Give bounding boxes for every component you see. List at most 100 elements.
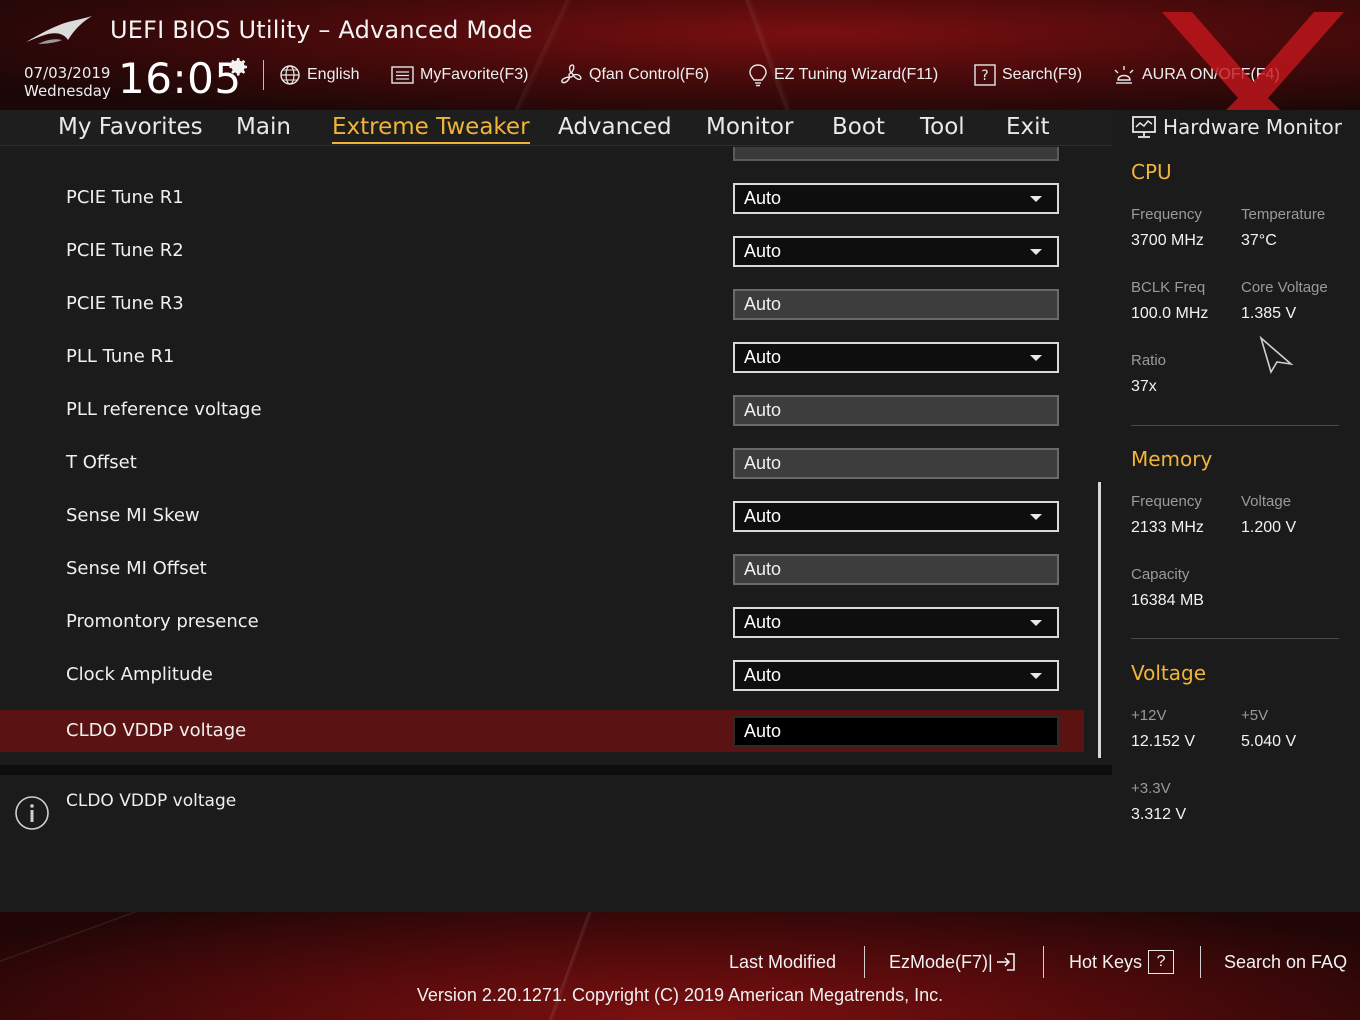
setting-row-sense-mi-skew[interactable]: Sense MI Skew Auto [0, 495, 1084, 537]
clock-amplitude-select[interactable]: Auto [733, 660, 1059, 691]
setting-row-pcie-tune-r3[interactable]: PCIE Tune R3 Auto [0, 283, 1084, 325]
setting-label: PLL reference voltage [66, 399, 262, 420]
tab-main[interactable]: Main [236, 110, 291, 146]
help-divider [0, 765, 1112, 775]
myfavorite-button[interactable]: MyFavorite(F3) [391, 62, 528, 88]
setting-label: T Offset [66, 452, 137, 473]
setting-label: Promontory presence [66, 611, 259, 632]
cpu-temperature-label: Temperature [1241, 206, 1326, 223]
qfan-control-button[interactable]: Qfan Control(F6) [559, 62, 709, 88]
memory-capacity-label: Capacity [1131, 566, 1190, 583]
footer-bar: Last Modified EzMode(F7)| Hot Keys ? Sea… [0, 912, 1360, 1020]
header-divider [263, 60, 264, 90]
svg-text:?: ? [981, 68, 988, 84]
search-button[interactable]: ? Search(F9) [974, 62, 1082, 88]
dropdown-arrow-icon [1030, 620, 1042, 626]
voltage-section-title: Voltage [1131, 661, 1207, 685]
setting-value: Auto [744, 188, 782, 208]
setting-label: Sense MI Offset [66, 558, 207, 579]
sense-mi-offset-input[interactable]: Auto [733, 554, 1059, 585]
bclk-freq-value: 100.0 MHz [1131, 305, 1209, 322]
app-title: UEFI BIOS Utility – Advanced Mode [110, 16, 533, 44]
t-offset-input[interactable]: Auto [733, 448, 1059, 479]
setting-value: Auto [744, 612, 782, 632]
search-faq-button[interactable]: Search on FAQ [1224, 949, 1347, 975]
pcie-tune-r1-select[interactable]: Auto [733, 183, 1059, 214]
setting-value: Auto [744, 347, 782, 367]
bclk-freq-label: BCLK Freq [1131, 279, 1206, 296]
monitor-icon [1132, 116, 1156, 138]
setting-value: Auto [744, 721, 782, 741]
search-label: Search(F9) [1002, 66, 1083, 83]
promontory-presence-select[interactable]: Auto [733, 607, 1059, 638]
sense-mi-skew-select[interactable]: Auto [733, 501, 1059, 532]
setting-row-clock-amplitude[interactable]: Clock Amplitude Auto [0, 654, 1084, 696]
settings-scrollbar[interactable] [1098, 482, 1101, 758]
dropdown-arrow-icon [1030, 355, 1042, 361]
setting-row-pll-tune-r1[interactable]: PLL Tune R1 Auto [0, 336, 1084, 378]
last-modified-button[interactable]: Last Modified [729, 949, 836, 975]
language-button[interactable]: English [279, 62, 359, 88]
gear-icon[interactable] [226, 55, 250, 79]
ratio-label: Ratio [1131, 352, 1167, 369]
tab-boot[interactable]: Boot [832, 110, 885, 146]
setting-value: Auto [744, 559, 782, 579]
tab-monitor[interactable]: Monitor [706, 110, 793, 146]
setting-row-t-offset[interactable]: T Offset Auto [0, 442, 1084, 484]
cldo-vddp-voltage-input[interactable]: Auto [733, 716, 1059, 747]
tab-exit[interactable]: Exit [1006, 110, 1050, 146]
ratio-value: 37x [1131, 378, 1157, 395]
v5-value: 5.040 V [1241, 733, 1297, 750]
ezmode-button[interactable]: EzMode(F7)| [889, 949, 1017, 975]
ez-tuning-wizard-button[interactable]: EZ Tuning Wizard(F11) [748, 62, 938, 88]
memory-voltage-value: 1.200 V [1241, 519, 1297, 536]
hardware-monitor-panel: Hardware Monitor CPU Frequency Temperatu… [1121, 110, 1360, 912]
globe-icon [280, 65, 300, 85]
tab-advanced[interactable]: Advanced [558, 110, 672, 146]
setting-row-promontory-presence[interactable]: Promontory presence Auto [0, 601, 1084, 643]
header-bar: UEFI BIOS Utility – Advanced Mode 07/03/… [0, 0, 1360, 142]
tab-my-favorites[interactable]: My Favorites [58, 110, 203, 146]
setting-label: CLDO VDDP voltage [66, 720, 247, 741]
info-icon [15, 796, 49, 830]
tab-tool[interactable]: Tool [920, 110, 965, 146]
rog-logo-icon [26, 16, 92, 44]
v5-label: +5V [1241, 707, 1269, 724]
main-tab-bar: My Favorites Main Extreme Tweaker Advanc… [0, 110, 1112, 146]
cpu-frequency-label: Frequency [1131, 206, 1202, 223]
date-text: 07/03/2019 [24, 64, 111, 82]
weekday-text: Wednesday [24, 82, 111, 100]
pll-tune-r1-select[interactable]: Auto [733, 342, 1059, 373]
ez-tuning-wizard-label: EZ Tuning Wizard(F11) [774, 66, 939, 83]
setting-label: Clock Amplitude [66, 664, 213, 685]
help-search-icon: ? [974, 64, 996, 86]
setting-row-pcie-tune-r1[interactable]: PCIE Tune R1 Auto [0, 177, 1084, 219]
dropdown-arrow-icon [1030, 249, 1042, 255]
setting-row-pll-reference-voltage[interactable]: PLL reference voltage Auto [0, 389, 1084, 431]
hot-keys-button[interactable]: Hot Keys ? [1069, 949, 1175, 975]
setting-row-sense-mi-offset[interactable]: Sense MI Offset Auto [0, 548, 1084, 590]
pcie-tune-r3-input[interactable]: Auto [733, 289, 1059, 320]
cpu-temperature-value: 37°C [1241, 232, 1277, 249]
pcie-tune-r2-select[interactable]: Auto [733, 236, 1059, 267]
memory-frequency-label: Frequency [1131, 493, 1202, 510]
pll-reference-voltage-input[interactable]: Auto [733, 395, 1059, 426]
footer-divider [1200, 946, 1201, 978]
setting-label: PCIE Tune R2 [66, 240, 184, 261]
setting-label: PCIE Tune R1 [66, 187, 184, 208]
language-label: English [307, 66, 360, 83]
setting-value: Auto [744, 400, 782, 420]
footer-divider [864, 946, 865, 978]
v12-label: +12V [1131, 707, 1167, 724]
help-description: CLDO VDDP voltage [66, 791, 237, 811]
qfan-control-label: Qfan Control(F6) [589, 66, 710, 83]
memory-voltage-label: Voltage [1241, 493, 1292, 510]
settings-list: PCIE Tune R1 Auto PCIE Tune R2 Auto PCIE… [0, 147, 1112, 765]
mouse-cursor-icon [1259, 335, 1294, 374]
setting-label: Sense MI Skew [66, 505, 200, 526]
setting-row-pcie-tune-r2[interactable]: PCIE Tune R2 Auto [0, 230, 1084, 272]
tab-extreme-tweaker[interactable]: Extreme Tweaker [332, 110, 530, 146]
setting-value: Auto [744, 241, 782, 261]
setting-row-cldo-vddp-voltage[interactable]: CLDO VDDP voltage Auto [0, 710, 1084, 752]
cpu-frequency-value: 3700 MHz [1131, 232, 1204, 249]
